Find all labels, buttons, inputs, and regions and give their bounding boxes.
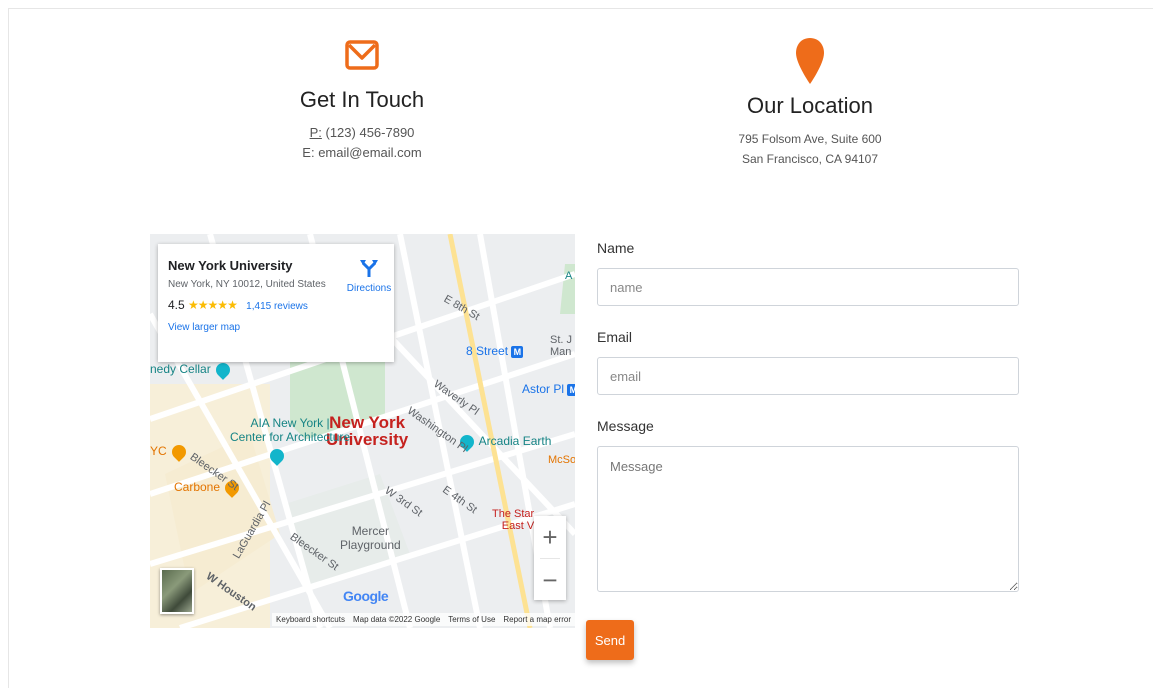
yc-pin-icon [169, 441, 189, 462]
contact-email: E: email@email.com [262, 143, 462, 163]
comedy-pin-icon [213, 359, 233, 380]
astor-label-text: Astor Pl [522, 382, 565, 396]
view-larger-map-link[interactable]: View larger map [168, 322, 384, 333]
email-label: Email [597, 329, 633, 345]
directions-button[interactable]: Directions [346, 258, 392, 294]
zoom-out-button[interactable]: − [534, 559, 566, 601]
terms-of-use-link[interactable]: Terms of Use [444, 612, 500, 626]
location-info: Our Location 795 Folsom Ave, Suite 600 S… [700, 36, 920, 169]
address-line-1: 795 Folsom Ave, Suite 600 [738, 132, 882, 146]
rating-stars-icon: ★★★★★ [188, 298, 238, 312]
send-button[interactable]: Send [586, 620, 634, 660]
envelope-icon [345, 40, 379, 70]
metro-icon: M [511, 345, 524, 358]
astor-station-label: Astor Pl M [522, 382, 575, 396]
contact-info: Get In Touch P: (123) 456-7890 E: email@… [262, 38, 462, 163]
report-map-error-link[interactable]: Report a map error [499, 612, 575, 626]
keyboard-shortcuts-link[interactable]: Keyboard shortcuts [272, 612, 349, 626]
arcadia-label-text: Arcadia Earth [478, 434, 552, 448]
mercer-map-label: Mercer Playground [340, 524, 401, 552]
star-label-line2: East V [501, 520, 535, 532]
8-street-station-label: 8 Street M [466, 344, 524, 358]
comedy-label-text: nedy Cellar [150, 362, 211, 376]
contact-phone: P: (123) 456-7890 [262, 123, 462, 143]
directions-icon [360, 260, 378, 277]
map-pin-icon [796, 38, 824, 84]
star-map-label: The Star East V [492, 508, 534, 532]
st-j-label-line2: Man [550, 346, 572, 358]
carbone-label-text: Carbone [174, 480, 221, 494]
directions-label: Directions [346, 283, 392, 294]
email-input[interactable] [597, 357, 1019, 395]
location-title: Our Location [747, 93, 873, 118]
embedded-map[interactable]: New York University AIA New York | Cente… [150, 234, 575, 628]
comedy-map-label: nedy Cellar [150, 359, 233, 380]
yc-map-label: YC [150, 441, 189, 462]
mercer-label-line2: Playground [340, 538, 401, 552]
st-j-map-label: St. J Man [550, 334, 572, 358]
place-rating: 4.5 ★★★★★ 1,415 reviews [168, 298, 384, 312]
8-street-label-text: 8 Street [466, 344, 509, 358]
reviews-link[interactable]: 1,415 reviews [246, 301, 308, 312]
email-value: email@email.com [318, 145, 422, 160]
message-label: Message [597, 418, 654, 434]
st-j-label-line1: St. J [550, 334, 573, 346]
yc-label-text: YC [150, 444, 167, 458]
mercer-label-line1: Mercer [351, 524, 390, 538]
zoom-in-button[interactable]: + [534, 516, 566, 558]
name-input[interactable] [597, 268, 1019, 306]
arcadia-map-label: Arcadia Earth [457, 431, 552, 452]
name-label: Name [597, 240, 635, 256]
message-textarea[interactable] [597, 446, 1019, 592]
google-logo-text: Google [343, 588, 389, 604]
mcs-map-label: McSo [548, 454, 575, 466]
rating-value: 4.5 [168, 298, 185, 312]
contact-form: Name Email Message [597, 238, 1021, 592]
google-logo: Google [343, 588, 389, 604]
map-attribution-bar: Keyboard shortcuts Map data ©2022 Google… [150, 610, 575, 628]
phone-label: P: [309, 125, 322, 140]
address-line-2: San Francisco, CA 94107 [741, 152, 879, 166]
phone-value: (123) 456-7890 [325, 125, 415, 140]
aia-map-label: AIA New York | Center for Architecture [230, 416, 350, 444]
email-label: E: [302, 145, 315, 160]
aia-pin-icon [267, 445, 287, 466]
aia-label-line2: Center for Architecture [230, 430, 351, 444]
map-zoom-controls: + − [534, 516, 566, 600]
a-map-label: A [565, 270, 573, 282]
place-info-card: New York University New York, NY 10012, … [158, 244, 394, 362]
metro-icon: M [567, 383, 575, 396]
map-data-attribution: Map data ©2022 Google [348, 612, 445, 626]
satellite-toggle-thumbnail[interactable] [160, 568, 194, 614]
contact-title: Get In Touch [299, 87, 425, 112]
star-label-line1: The Star [492, 508, 535, 520]
aia-label-line1: AIA New York | [250, 416, 330, 430]
